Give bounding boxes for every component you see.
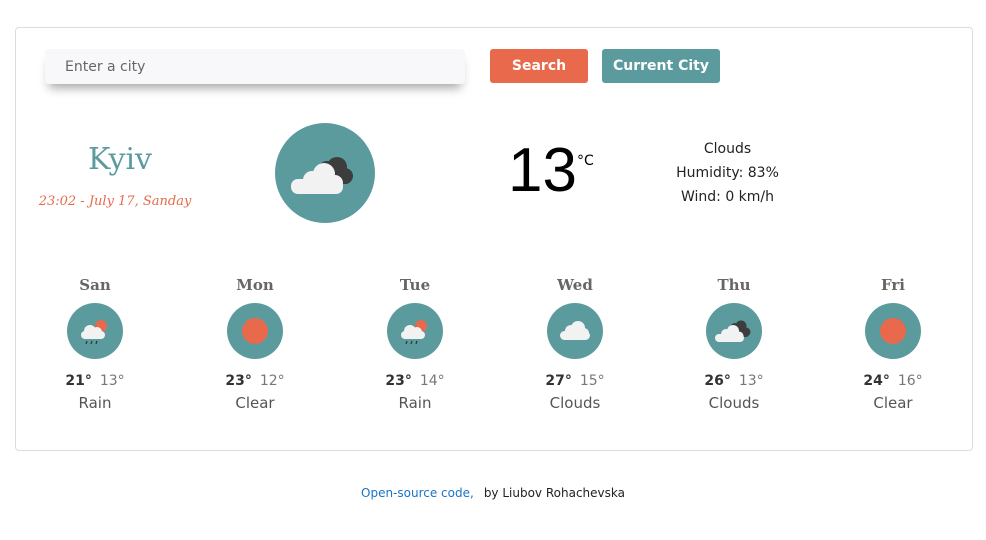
forecast-min-temp: 13° — [738, 373, 764, 389]
forecast-max-temp: 21° — [65, 373, 92, 389]
wind: Wind: 0 km/h — [680, 189, 775, 205]
forecast-min-temp: 15° — [579, 373, 605, 389]
current-temperature: 13 — [508, 136, 577, 205]
forecast-min-temp: 13° — [99, 373, 125, 389]
weather-card — [15, 27, 973, 451]
weather-details: Clouds Humidity: 83% Wind: 0 km/h — [660, 137, 795, 209]
forecast-day: Wed 27° 15° Clouds — [520, 272, 630, 412]
forecast-condition: Clear — [873, 394, 913, 412]
forecast-day-name: Thu — [717, 276, 751, 294]
forecast-day: Mon 23° 12° Clear — [200, 272, 310, 412]
forecast-condition: Clouds — [549, 394, 601, 412]
forecast-day-name: San — [79, 276, 111, 294]
forecast-min-temp: 14° — [419, 373, 445, 389]
forecast-day-name: Tue — [399, 276, 431, 294]
temperature-unit: °C — [577, 153, 594, 169]
forecast-condition: Rain — [398, 394, 432, 412]
forecast-max-temp: 23° — [385, 373, 412, 389]
forecast-day-name: Mon — [236, 276, 274, 294]
rain-icon — [67, 303, 123, 359]
forecast-min-temp: 12° — [259, 373, 285, 389]
rain-icon — [387, 303, 443, 359]
search-button[interactable]: Search — [490, 49, 588, 83]
forecast-day-name: Wed — [557, 276, 593, 294]
sun-icon — [227, 303, 283, 359]
forecast-condition: Clouds — [708, 394, 760, 412]
forecast-day: Tue 23° 14° Rain — [360, 272, 470, 412]
forecast-max-temp: 23° — [225, 373, 252, 389]
forecast-max-temp: 24° — [863, 373, 890, 389]
forecast-day: San 21° 13° Rain — [40, 272, 150, 412]
forecast-condition: Clear — [235, 394, 275, 412]
broken-clouds-icon — [275, 123, 375, 223]
current-city-button[interactable]: Current City — [602, 49, 720, 83]
forecast-day-name: Fri — [881, 276, 905, 294]
forecast-max-temp: 26° — [704, 373, 731, 389]
open-source-link[interactable]: Open-source code, — [361, 486, 474, 500]
humidity: Humidity: 83% — [676, 165, 779, 181]
author-credit: by Liubov Rohachevska — [483, 486, 625, 500]
broken-clouds-icon — [706, 303, 762, 359]
footer: Open-source code, by Liubov Rohachevska — [0, 486, 986, 500]
city-search-input[interactable] — [45, 49, 465, 84]
city-name: Kyiv — [88, 142, 152, 177]
forecast-condition: Rain — [78, 394, 112, 412]
cloud-icon — [547, 303, 603, 359]
forecast-min-temp: 16° — [897, 373, 923, 389]
weather-description: Clouds — [703, 141, 752, 157]
forecast-day: Fri 24° 16° Clear — [838, 272, 948, 412]
forecast-max-temp: 27° — [545, 373, 572, 389]
forecast-day: Thu 26° 13° Clouds — [679, 272, 789, 412]
sun-icon — [865, 303, 921, 359]
date-time: 23:02 - July 17, Sanday — [38, 194, 192, 209]
